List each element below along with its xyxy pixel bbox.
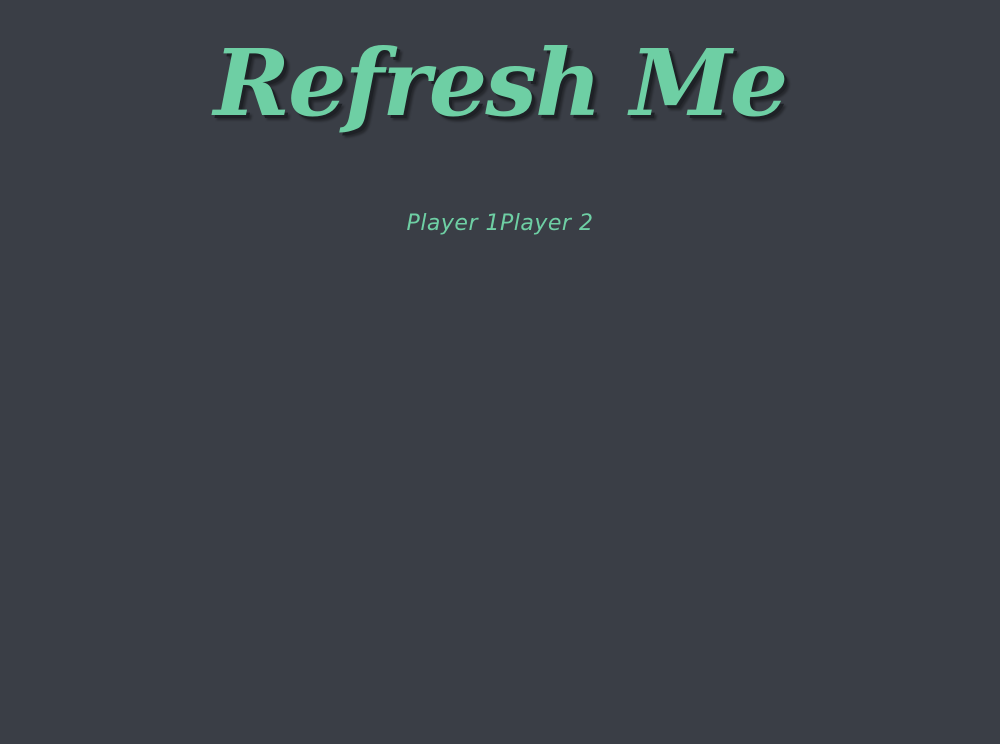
- player-2-button[interactable]: Player 2: [500, 206, 593, 242]
- player-list: Player 1Player 2: [0, 206, 1000, 242]
- player-1-button[interactable]: Player 1: [407, 206, 500, 242]
- game-screen: Refresh Me Player 1Player 2: [0, 0, 1000, 744]
- page-title: Refresh Me: [213, 29, 789, 137]
